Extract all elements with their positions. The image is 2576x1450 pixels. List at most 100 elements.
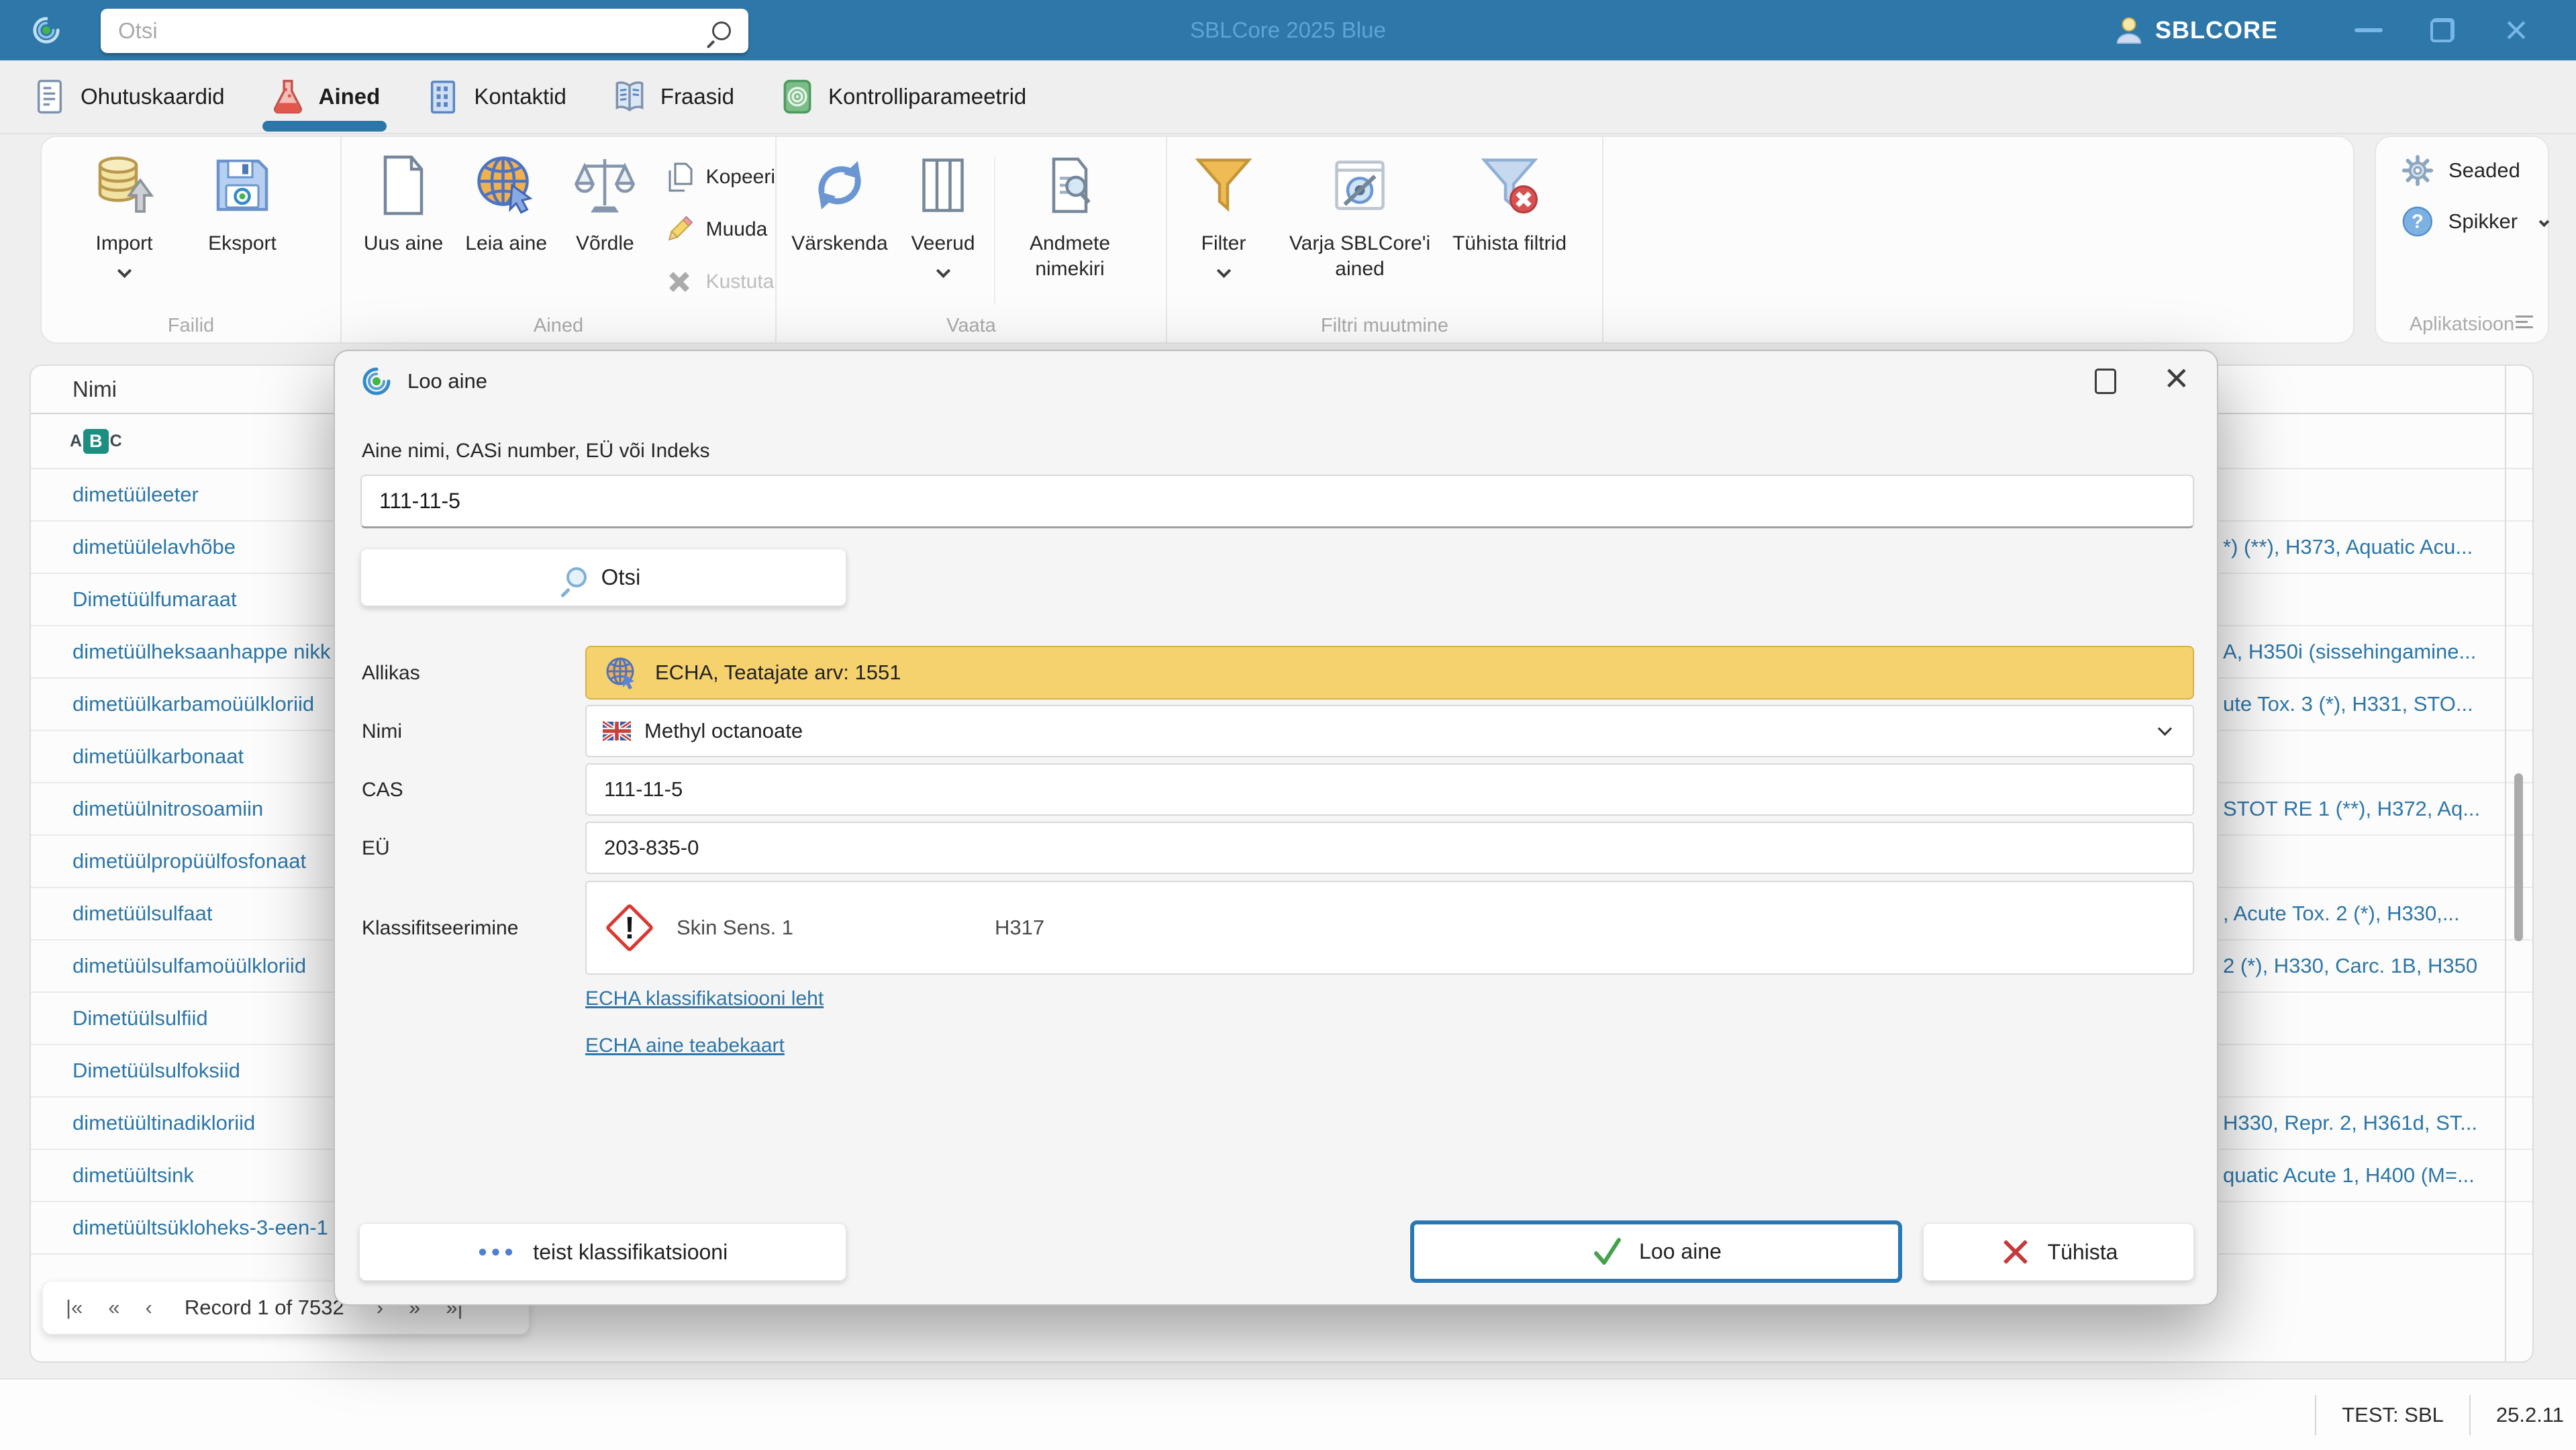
nimi-label: Nimi: [362, 720, 402, 742]
app-logo-icon: [33, 17, 60, 44]
help-icon: ?: [2402, 206, 2433, 237]
filter-button[interactable]: Filter: [1177, 150, 1271, 278]
prev-page-button[interactable]: «: [108, 1296, 119, 1320]
gear-icon: [2401, 154, 2434, 187]
columns-icon: [922, 158, 964, 212]
minimize-button[interactable]: [2332, 0, 2406, 60]
otsi-button[interactable]: Otsi: [360, 548, 846, 606]
cas-label: CAS: [362, 779, 403, 801]
record-count-label: Record 1 of 7532: [184, 1296, 344, 1319]
ribbon-group-ained: Uus aine Leia aine Võrdle Kopeeri Muuda …: [340, 137, 775, 342]
muuda-button[interactable]: Muuda: [663, 213, 775, 246]
group-menu-icon[interactable]: [2516, 312, 2533, 332]
tab-fraasid[interactable]: Fraasid: [611, 60, 734, 133]
search-icon: [566, 567, 587, 587]
echa-classification-link[interactable]: ECHA klassifikatsiooni leht: [585, 987, 824, 1010]
app-logo-icon: [362, 367, 391, 395]
svg-text:?: ?: [2412, 211, 2424, 233]
scales-icon: [574, 159, 636, 213]
kopeeri-button[interactable]: Kopeeri: [663, 161, 775, 193]
global-search-placeholder: Otsi: [118, 18, 158, 43]
close-button[interactable]: ×: [2479, 0, 2553, 60]
version-label: 25.2.11: [2495, 1402, 2564, 1427]
eu-input[interactable]: 203-835-0: [585, 822, 2194, 874]
substance-search-input[interactable]: 111-11-5: [360, 475, 2194, 528]
ghs07-exclamation-pictogram: !: [605, 903, 654, 953]
search-icon: [712, 21, 731, 40]
tab-ained[interactable]: Ained: [262, 60, 387, 133]
cas-input[interactable]: 111-11-5: [585, 763, 2194, 816]
kustuta-button: Kustuta: [663, 266, 775, 298]
hide-eye-icon: [1335, 160, 1385, 210]
uus-aine-button[interactable]: Uus aine: [354, 150, 453, 256]
vertical-scrollbar[interactable]: [2514, 773, 2523, 941]
tuhista-button[interactable]: Tühista: [1923, 1223, 2194, 1281]
spikker-button[interactable]: ? Spikker: [2400, 204, 2550, 239]
environment-label: TEST: SBL: [2342, 1402, 2444, 1427]
classification-box: ! Skin Sens. 1 H317: [585, 881, 2194, 975]
restore-icon: [2430, 18, 2455, 42]
column-divider: [2505, 366, 2506, 1361]
echa-infocard-link[interactable]: ECHA aine teabekaart: [585, 1034, 785, 1057]
seaded-button[interactable]: Seaded: [2400, 153, 2548, 188]
nimi-select[interactable]: Methyl octanoate: [585, 705, 2194, 757]
klassifitseerimine-label: Klassifitseerimine: [362, 917, 519, 939]
tab-ohutuskaardid[interactable]: Ohutuskaardid: [31, 60, 225, 133]
book-icon: [615, 81, 644, 112]
loo-aine-button[interactable]: Loo aine: [1410, 1220, 1902, 1283]
dialog-maximize-button[interactable]: [2095, 369, 2116, 394]
user-avatar-icon[interactable]: [2114, 15, 2144, 46]
other-classification-button[interactable]: ●●● teist klassifikatsiooni: [359, 1223, 846, 1281]
eksport-button[interactable]: Eksport: [192, 150, 293, 256]
pencil-icon: [668, 215, 693, 241]
group-inner-divider: [994, 157, 995, 305]
leia-aine-button[interactable]: Leia aine: [453, 150, 559, 256]
loo-aine-dialog: Loo aine × Aine nimi, CASi number, EÜ võ…: [334, 350, 2218, 1306]
dialog-close-button[interactable]: ×: [2165, 358, 2189, 399]
status-bar: TEST: SBL 25.2.11: [0, 1378, 2576, 1450]
globe-search-icon: [477, 156, 533, 214]
varskenda-button[interactable]: Värskenda: [783, 150, 896, 256]
control-parameters-icon: [783, 79, 811, 114]
status-divider: [2469, 1394, 2471, 1435]
chevron-down-icon: [1216, 263, 1231, 278]
global-search-input[interactable]: Otsi: [101, 9, 748, 53]
restore-button[interactable]: [2406, 0, 2479, 60]
ribbon: Import Eksport Failid Uus aine Leia aine…: [40, 136, 2355, 344]
varja-sblcore-ained-button[interactable]: Varja SBLCore'i ained: [1271, 150, 1449, 281]
uk-flag-icon: [603, 721, 631, 741]
first-record-button[interactable]: |«: [66, 1296, 83, 1320]
veerud-button[interactable]: Veerud: [896, 150, 990, 278]
minimize-icon: [2355, 28, 2383, 32]
hazard-statement-code: H317: [995, 916, 1045, 939]
account-label[interactable]: SBLCORE: [2155, 16, 2278, 44]
sds-document-icon: [37, 79, 62, 114]
allikas-value[interactable]: ECHA, Teatajate arv: 1551: [585, 646, 2194, 699]
chevron-down-icon: [2157, 721, 2173, 736]
copy-icon: [668, 162, 693, 192]
funnel-icon: [1195, 158, 1252, 212]
cancel-x-icon: [2003, 1240, 2028, 1264]
vordle-button[interactable]: Võrdle: [559, 150, 650, 256]
status-divider: [2315, 1394, 2317, 1435]
prev-record-button[interactable]: ‹: [146, 1296, 152, 1320]
ribbon-group-aplikatsioon: Seaded ? Spikker Aplikatsioon: [2375, 136, 2550, 344]
tab-kontrolliparameetrid[interactable]: Kontrolliparameetrid: [779, 60, 1026, 133]
delete-x-icon: [668, 272, 689, 292]
more-dots-icon: ●●●: [477, 1243, 517, 1261]
globe-icon: [606, 657, 634, 689]
import-button[interactable]: Import: [74, 150, 175, 278]
tab-kontaktid[interactable]: Kontaktid: [424, 60, 566, 133]
close-icon: ×: [2504, 7, 2528, 52]
eu-label: EÜ: [362, 837, 390, 859]
dialog-header: Loo aine ×: [335, 351, 2217, 412]
data-list-icon: [1052, 157, 1091, 213]
tuhista-filtrid-button[interactable]: Tühista filtrid: [1449, 150, 1570, 256]
check-icon: [1594, 1237, 1622, 1265]
floppy-export-icon: [216, 159, 268, 211]
app-window: { "title_bar": { "search_placeholder": "…: [0, 0, 2576, 1450]
andmete-nimekiri-button[interactable]: Andmete nimekiri: [999, 150, 1140, 281]
text-filter-icon: ABC: [70, 428, 122, 454]
chevron-down-icon: [936, 263, 950, 278]
chevron-down-icon: [117, 263, 132, 278]
